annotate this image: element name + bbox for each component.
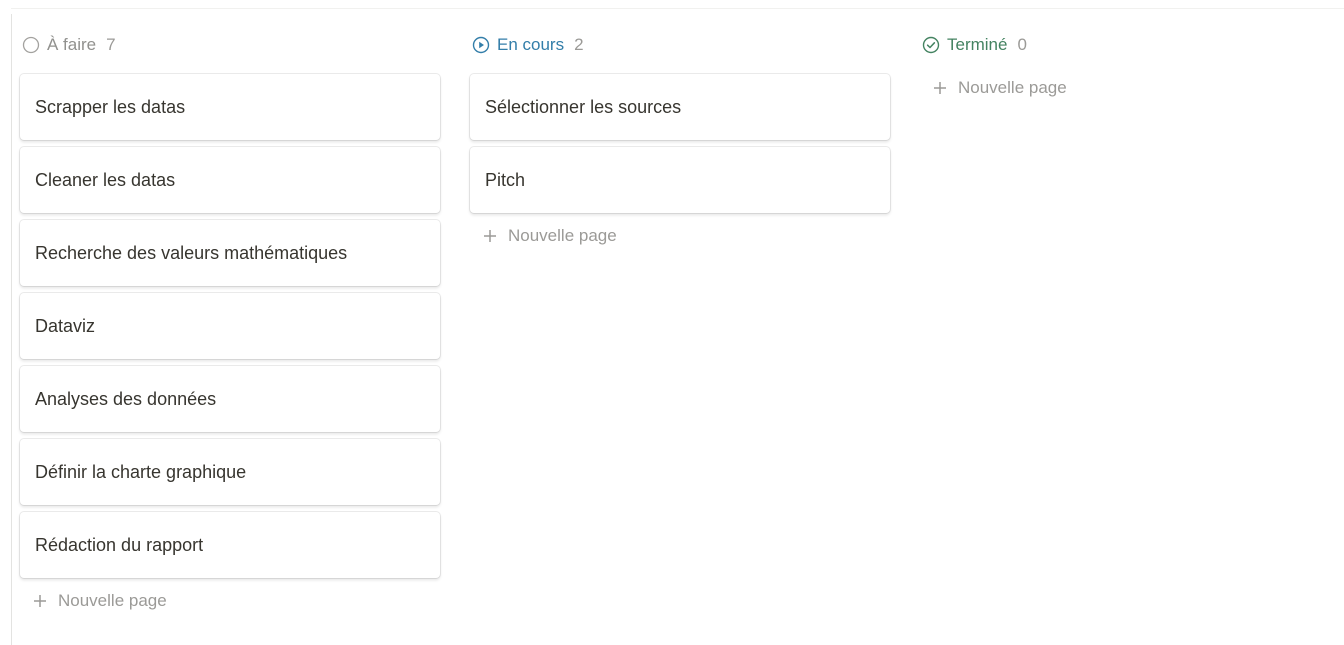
play-circle-icon — [472, 36, 490, 54]
circle-outline-icon — [22, 36, 40, 54]
card[interactable]: Définir la charte graphique — [20, 439, 440, 505]
plus-icon — [932, 80, 948, 96]
card[interactable]: Pitch — [470, 147, 890, 213]
new-page-button[interactable]: Nouvelle page — [920, 74, 1340, 102]
column-done: Terminé 0 Nouvelle page — [920, 28, 1340, 102]
column-todo: À faire 7 Scrapper les datas Cleaner les… — [20, 28, 440, 615]
new-page-label: Nouvelle page — [508, 226, 617, 245]
card[interactable]: Recherche des valeurs mathématiques — [20, 220, 440, 286]
column-title: À faire — [47, 35, 97, 54]
column-title: En cours — [497, 35, 565, 54]
new-page-button[interactable]: Nouvelle page — [470, 222, 890, 250]
card[interactable]: Sélectionner les sources — [470, 74, 890, 140]
new-page-label: Nouvelle page — [958, 78, 1067, 97]
column-count: 7 — [106, 35, 116, 54]
column-header-done[interactable]: Terminé 0 — [920, 28, 1340, 62]
new-page-label: Nouvelle page — [58, 591, 167, 610]
column-count: 2 — [574, 35, 584, 54]
column-header-in-progress[interactable]: En cours 2 — [470, 28, 890, 62]
kanban-board: À faire 7 Scrapper les datas Cleaner les… — [0, 0, 1344, 645]
plus-icon — [482, 228, 498, 244]
card[interactable]: Cleaner les datas — [20, 147, 440, 213]
column-in-progress: En cours 2 Sélectionner les sources Pitc… — [470, 28, 890, 250]
column-count: 0 — [1017, 35, 1027, 54]
new-page-button[interactable]: Nouvelle page — [20, 587, 440, 615]
plus-icon — [32, 593, 48, 609]
card[interactable]: Scrapper les datas — [20, 74, 440, 140]
column-header-todo[interactable]: À faire 7 — [20, 28, 440, 62]
top-divider — [11, 8, 1344, 9]
check-circle-icon — [922, 36, 940, 54]
card-list: Sélectionner les sources Pitch — [470, 74, 890, 213]
left-divider — [11, 14, 12, 645]
card-list: Scrapper les datas Cleaner les datas Rec… — [20, 74, 440, 578]
column-title: Terminé — [947, 35, 1008, 54]
card[interactable]: Rédaction du rapport — [20, 512, 440, 578]
card[interactable]: Dataviz — [20, 293, 440, 359]
card[interactable]: Analyses des données — [20, 366, 440, 432]
